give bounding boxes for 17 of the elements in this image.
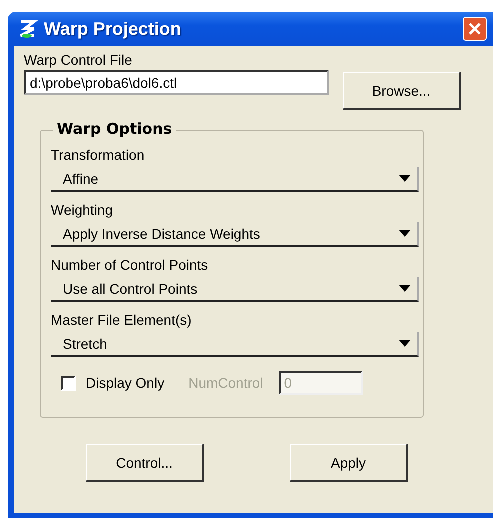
dropdown-label: Transformation: [51, 147, 146, 163]
group-title: Warp Options: [53, 120, 176, 138]
dialog-button[interactable]: Control...: [86, 444, 204, 482]
window-title: Warp Projection: [44, 18, 182, 40]
dropdown[interactable]: Apply Inverse Distance Weights: [51, 222, 419, 247]
checkbox-label: Display Only: [86, 375, 165, 391]
dropdown[interactable]: Use all Control Points: [51, 277, 419, 302]
num-control-label: NumControl: [188, 375, 264, 391]
dropdown-label: Number of Control Points: [51, 257, 210, 273]
dialog-button[interactable]: Apply: [290, 444, 408, 482]
dropdown-label: Weighting: [51, 202, 114, 218]
dropdown[interactable]: Affine: [51, 167, 419, 192]
control-file-field[interactable]: d:\probe\proba6\dol6.ctl: [24, 70, 329, 95]
dropdown[interactable]: Stretch: [51, 332, 419, 357]
browse-button[interactable]: Browse...: [343, 72, 461, 110]
dropdown-label: Master File Element(s): [51, 312, 193, 328]
field-label: Warp Control File: [24, 52, 134, 68]
